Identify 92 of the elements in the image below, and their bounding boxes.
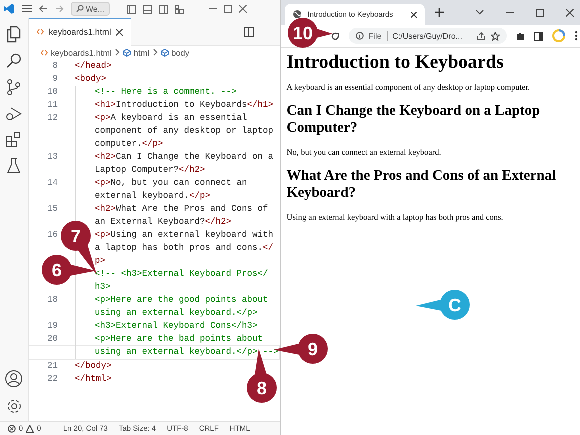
code-text: </head> [75, 61, 112, 71]
line-number: 14 [47, 178, 58, 188]
layout-icon[interactable] [142, 4, 152, 14]
layout-icon[interactable] [158, 4, 168, 14]
breadcrumb-item[interactable]: body [172, 48, 190, 58]
line-number: 13 [47, 152, 58, 162]
page-paragraph: No, but you can connect an external keyboard. [286, 148, 442, 157]
search-icon[interactable] [6, 53, 22, 69]
code-text: <h3>External Keyboard Cons</h3> [95, 321, 258, 331]
customize-layout-icon[interactable] [174, 4, 184, 14]
back-arrow-icon[interactable] [39, 5, 48, 13]
code-text: <body> [75, 74, 107, 84]
code-text: Laptop Computer?</h2> [95, 165, 206, 175]
html-file-icon [37, 29, 44, 35]
code-text: <h2>What Are the Pros and Cons of [95, 204, 268, 214]
layout-icon[interactable] [126, 4, 136, 14]
source-control-icon[interactable] [6, 79, 22, 96]
menu-icon[interactable] [22, 5, 32, 13]
line-number: 16 [47, 230, 58, 240]
page-paragraph: Using an external keyboard with a laptop has both pros and cons. [286, 213, 504, 222]
run-debug-icon[interactable] [6, 106, 22, 122]
line-number: 10 [47, 87, 58, 97]
line-number: 12 [47, 113, 58, 123]
more-icon[interactable] [574, 31, 578, 41]
star-icon[interactable] [490, 32, 500, 40]
cube-icon [122, 48, 131, 56]
caret-icon[interactable] [476, 10, 484, 15]
profile-avatar-icon[interactable] [552, 29, 566, 43]
info-icon[interactable] [356, 32, 364, 40]
code-text: a laptop has both pros and cons.</ [95, 243, 274, 253]
close-icon[interactable] [410, 12, 417, 18]
extensions-icon[interactable] [6, 132, 22, 148]
page-subheading: What Are the Pros and Cons of an External Keyboard? [286, 168, 558, 202]
page-heading: Introduction to Keyboards [286, 52, 505, 74]
globe-icon [292, 10, 302, 19]
files-icon[interactable] [6, 26, 22, 43]
share-icon[interactable] [476, 32, 486, 40]
code-text: component of any desktop or laptop [95, 126, 274, 136]
html-file-icon [41, 50, 48, 56]
code-text: <!-- <h3>External Keyboard Pros</ [95, 269, 268, 279]
maximize-icon[interactable] [536, 8, 544, 16]
code-text: h3> [95, 282, 111, 292]
maximize-icon[interactable] [224, 5, 232, 13]
chevron-icon [114, 49, 120, 56]
code-text: <p>A keyboard is an essential [95, 113, 248, 123]
cube-icon [160, 48, 169, 56]
line-number: 22 [47, 374, 58, 384]
warning-icon[interactable] [26, 424, 34, 432]
line-number: 9 [52, 74, 58, 84]
code-text: <!-- Here is a comment. --> [95, 87, 237, 97]
code-text: <h2>Can I Change the Keyboard on a [95, 152, 274, 162]
new-tab-icon[interactable] [434, 8, 444, 17]
code-text: <p>Here are the bad points about [95, 334, 264, 344]
code-text: <h1>Introduction to Keyboards</h1> [95, 100, 274, 110]
close-icon[interactable] [116, 28, 124, 36]
reload-icon[interactable] [330, 32, 340, 40]
settings-icon[interactable] [6, 398, 22, 415]
flask-icon[interactable] [7, 158, 21, 174]
line-number: 15 [47, 204, 58, 214]
code-text: p> [95, 256, 106, 266]
code-text: using an external keyboard.</p> [95, 308, 258, 318]
code-text: an External Keyboard?</h2> [95, 217, 232, 227]
code-text: <p>No, but you can connect an [95, 178, 248, 188]
error-icon[interactable] [8, 424, 16, 432]
page-subheading: Can I Change the Keyboard on a Laptop Computer? [286, 103, 542, 137]
code-text: using an external keyboard.</p> --> [95, 347, 279, 357]
close-icon[interactable] [566, 8, 574, 16]
side-panel-icon[interactable] [534, 32, 543, 40]
editor-tab[interactable]: keyboards1.html [29, 18, 132, 46]
line-number: 19 [47, 321, 58, 331]
code-text: <p>Here are the good points about [95, 295, 268, 305]
chevron-icon [152, 49, 158, 56]
code-text: computer.</p> [95, 139, 164, 149]
breadcrumb-item[interactable]: html [134, 48, 150, 58]
line-number: 11 [47, 100, 58, 110]
code-text: </html> [75, 374, 112, 384]
search-field[interactable]: We... [71, 2, 110, 16]
page-paragraph: A keyboard is an essential component of any desktop or laptop computer. [286, 83, 532, 92]
code-text: <p>Using an external keyboard with [95, 230, 274, 240]
line-number: 8 [52, 61, 58, 71]
address-bar[interactable]: File C:/Users/Guy/Dro... [348, 28, 507, 44]
account-icon[interactable] [5, 370, 23, 388]
close-icon[interactable] [238, 5, 247, 13]
line-number: 20 [47, 334, 58, 344]
code-text: external keyboard.</p> [95, 191, 211, 201]
split-editor-icon[interactable] [244, 26, 254, 36]
search-icon [76, 5, 84, 13]
line-number: 18 [47, 295, 58, 305]
vscode-logo-icon [3, 3, 15, 15]
code-text: </body> [75, 361, 112, 371]
line-number: 21 [47, 361, 58, 371]
breadcrumb-item[interactable]: keyboards1.html [51, 48, 112, 58]
